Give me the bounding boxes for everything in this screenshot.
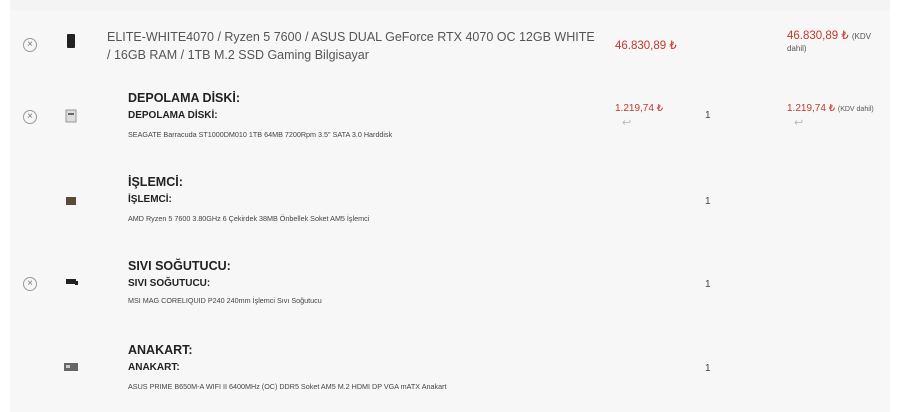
component-total-value: 1.219,74 ₺	[787, 103, 836, 114]
component-subheading: ANAKART:	[128, 362, 180, 373]
remove-component-button[interactable]: ×	[23, 110, 37, 124]
component-quantity: 1	[705, 363, 711, 374]
component-row-cpu: İŞLEMCİ: İŞLEMCİ: AMD Ryzen 5 7600 3.80G…	[10, 172, 890, 254]
return-arrow-icon[interactable]: ↩	[794, 116, 803, 129]
motherboard-thumbnail	[64, 363, 78, 371]
component-row-cooler: × SIVI SOĞUTUCU: SIVI SOĞUTUCU: MSI MAG …	[10, 256, 890, 338]
component-heading: ANAKART:	[128, 343, 193, 357]
product-case-thumbnail	[67, 34, 75, 48]
component-subheading: DEPOLAMA DİSKİ:	[128, 110, 218, 121]
remove-component-button[interactable]: ×	[23, 277, 37, 291]
storage-thumbnail	[65, 109, 77, 123]
component-heading: İŞLEMCİ:	[128, 175, 183, 189]
component-vat-note: (KDV dahil)	[837, 106, 874, 113]
component-heading: DEPOLAMA DİSKİ:	[128, 91, 241, 105]
total-price: 46.830,89 ₺ (KDV dahil)	[787, 28, 890, 54]
component-description: SEAGATE Barracuda ST1000DM010 1TB 64MB 7…	[128, 130, 393, 139]
component-quantity: 1	[705, 279, 711, 290]
component-description: ASUS PRIME B650M-A WIFI II 6400MHz (OC) …	[128, 382, 447, 391]
component-quantity: 1	[705, 196, 711, 207]
component-row-storage: × DEPOLAMA DİSKİ: DEPOLAMA DİSKİ: SEAGAT…	[10, 88, 890, 170]
cart-row-main: × ELITE-WHITE4070 / Ryzen 5 7600 / ASUS …	[10, 10, 890, 90]
component-row-motherboard: ANAKART: ANAKART: ASUS PRIME B650M-A WIF…	[10, 340, 890, 412]
top-strip	[10, 0, 890, 10]
component-quantity: 1	[705, 110, 711, 121]
component-description: AMD Ryzen 5 7600 3.80GHz 6 Çekirdek 38MB…	[128, 214, 370, 223]
component-description: MSI MAG CORELIQUID P240 240mm İşlemci Sı…	[128, 296, 322, 305]
component-heading: SIVI SOĞUTUCU:	[128, 259, 231, 273]
remove-item-button[interactable]: ×	[23, 38, 37, 52]
component-total-price: 1.219,74 ₺ (KDV dahil)	[787, 103, 874, 114]
cart-panel: × ELITE-WHITE4070 / Ryzen 5 7600 / ASUS …	[10, 10, 890, 412]
component-unit-price: 1.219,74 ₺	[615, 103, 664, 114]
total-price-value: 46.830,89 ₺	[787, 30, 849, 42]
component-subheading: İŞLEMCİ:	[128, 194, 172, 205]
unit-price: 46.830,89 ₺	[615, 40, 677, 52]
component-subheading: SIVI SOĞUTUCU:	[128, 278, 211, 289]
return-arrow-icon[interactable]: ↩	[622, 116, 631, 129]
cpu-thumbnail	[66, 197, 76, 205]
cooler-thumbnail	[66, 279, 78, 285]
product-name[interactable]: ELITE-WHITE4070 / Ryzen 5 7600 / ASUS DU…	[107, 28, 597, 64]
